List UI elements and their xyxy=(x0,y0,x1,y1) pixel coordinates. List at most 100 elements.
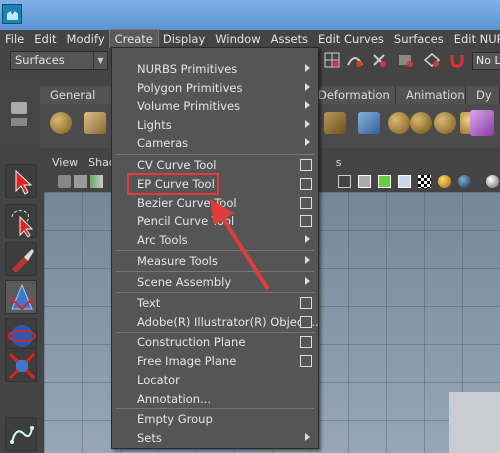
option-box-icon[interactable] xyxy=(300,215,312,227)
live-surface-field[interactable]: No Live xyxy=(472,52,500,70)
wireframe-on-shaded-icon[interactable] xyxy=(378,175,391,188)
menu-free-image-plane[interactable]: Free Image Plane xyxy=(112,352,318,371)
submenu-arrow-icon xyxy=(305,64,310,72)
snap-curve-icon[interactable] xyxy=(346,51,364,69)
camera-icon[interactable] xyxy=(58,175,71,188)
bookmark-icon[interactable] xyxy=(90,175,103,188)
corner-panel xyxy=(449,392,500,453)
arrow-cursor-icon xyxy=(15,169,33,195)
title-bar xyxy=(0,0,500,30)
option-box-icon[interactable] xyxy=(300,159,312,171)
app-logo-icon xyxy=(2,4,22,24)
lasso-tool[interactable] xyxy=(5,204,37,238)
scale-tool[interactable] xyxy=(5,348,37,382)
menu-modify[interactable]: Modify xyxy=(62,30,110,48)
shelf-tab-icon[interactable] xyxy=(11,118,27,126)
pointer-arrow-icon xyxy=(210,199,270,291)
snap-point-icon[interactable] xyxy=(370,51,388,69)
snap-view-icon[interactable] xyxy=(397,51,415,69)
menu-adobe-illustrator-object[interactable]: Adobe(R) Illustrator(R) Object... xyxy=(112,313,319,332)
menubar: File Edit Modify Create Display Window A… xyxy=(0,29,500,49)
option-box-icon[interactable] xyxy=(300,178,312,190)
submenu-arrow-icon xyxy=(305,101,310,109)
menu-set-select[interactable]: Surfaces ▼ xyxy=(10,51,108,70)
camera-attributes-icon[interactable] xyxy=(74,175,87,188)
option-box-icon[interactable] xyxy=(300,355,312,367)
lattice-cube-icon[interactable] xyxy=(470,110,494,136)
menu-polygon-primitives[interactable]: Polygon Primitives xyxy=(112,79,318,98)
option-box-icon[interactable] xyxy=(300,316,312,328)
paint-select-tool[interactable] xyxy=(5,242,37,276)
menu-volume-primitives[interactable]: Volume Primitives xyxy=(112,97,318,116)
menu-text[interactable]: Text xyxy=(112,294,318,313)
sphere-small-icon[interactable] xyxy=(388,112,410,134)
menu-nurbs-primitives[interactable]: NURBS Primitives xyxy=(112,60,318,79)
menu-surfaces[interactable]: Surfaces xyxy=(389,30,449,48)
scale-cube-icon xyxy=(8,352,36,380)
menu-separator xyxy=(116,408,314,409)
shelf-side-handle xyxy=(0,76,40,148)
shelf-tab-animation[interactable]: Animation xyxy=(396,86,466,104)
menu-construction-plane[interactable]: Construction Plane xyxy=(112,333,318,352)
light-icon[interactable] xyxy=(438,175,451,188)
menu-empty-group[interactable]: Empty Group xyxy=(112,410,318,429)
menu-create[interactable]: Create xyxy=(108,29,159,49)
menu-assets[interactable]: Assets xyxy=(266,30,313,48)
sphere-icon[interactable] xyxy=(50,112,72,134)
magnet-icon[interactable] xyxy=(448,51,466,69)
rotate-tool[interactable] xyxy=(5,318,37,352)
menu-window[interactable]: Window xyxy=(210,30,265,48)
submenu-arrow-icon xyxy=(305,277,310,285)
snap-grid-icon[interactable] xyxy=(323,51,341,69)
torus-icon[interactable] xyxy=(410,112,432,134)
menu-edit[interactable]: Edit xyxy=(29,30,61,48)
sphere-alt-icon[interactable] xyxy=(434,112,456,134)
menu-display[interactable]: Display xyxy=(158,30,210,48)
menu-cameras[interactable]: Cameras xyxy=(112,134,318,153)
cube-icon[interactable] xyxy=(84,112,106,134)
textured-icon[interactable] xyxy=(398,175,411,188)
menu-set-value: Surfaces xyxy=(15,53,65,67)
menu-edit-curves[interactable]: Edit Curves xyxy=(313,30,389,48)
submenu-arrow-icon xyxy=(305,256,310,264)
paint-brush-icon xyxy=(12,249,34,273)
highlight-box xyxy=(127,173,219,195)
move-cone-icon xyxy=(9,283,35,310)
wireframe-cube-icon[interactable] xyxy=(338,175,351,188)
submenu-arrow-icon xyxy=(305,433,310,441)
toolbox xyxy=(0,152,40,453)
select-tool[interactable] xyxy=(5,164,37,198)
curve-icon xyxy=(10,426,34,444)
option-box-icon[interactable] xyxy=(300,297,312,309)
viewport-menu-trailing[interactable]: s xyxy=(331,156,347,169)
option-box-icon[interactable] xyxy=(300,197,312,209)
option-box-icon[interactable] xyxy=(300,336,312,348)
shelf-tab-deformation[interactable]: Deformation xyxy=(314,86,396,104)
shelf-tab-dynamics[interactable]: Dy xyxy=(466,86,500,104)
smooth-shade-icon[interactable] xyxy=(358,175,371,188)
shelf-tab-general[interactable]: General xyxy=(40,86,114,104)
submenu-arrow-icon xyxy=(305,83,310,91)
chevron-down-icon: ▼ xyxy=(93,52,107,69)
checker-icon[interactable] xyxy=(418,175,431,188)
menu-lights[interactable]: Lights xyxy=(112,116,318,135)
plane-icon[interactable] xyxy=(324,112,346,134)
ambient-occlusion-icon[interactable] xyxy=(486,175,499,188)
submenu-arrow-icon xyxy=(305,138,310,146)
shelf-menu-icon[interactable] xyxy=(11,102,27,114)
submenu-arrow-icon xyxy=(305,120,310,128)
move-tool[interactable] xyxy=(5,280,37,314)
bend-icon[interactable] xyxy=(358,112,380,134)
lasso-icon xyxy=(11,210,34,238)
menu-annotation[interactable]: Annotation... xyxy=(112,390,318,409)
menu-separator xyxy=(116,154,314,155)
shadows-icon[interactable] xyxy=(458,175,471,188)
curve-tool[interactable] xyxy=(5,417,37,451)
menu-edit-nurbs[interactable]: Edit NURBS xyxy=(449,30,500,48)
snap-surface-icon[interactable] xyxy=(423,51,441,69)
menu-file[interactable]: File xyxy=(0,30,29,48)
menu-locator[interactable]: Locator xyxy=(112,371,318,390)
menu-sets[interactable]: Sets xyxy=(112,429,318,448)
viewport-menu-view[interactable]: View xyxy=(44,156,83,169)
submenu-arrow-icon xyxy=(305,235,310,243)
